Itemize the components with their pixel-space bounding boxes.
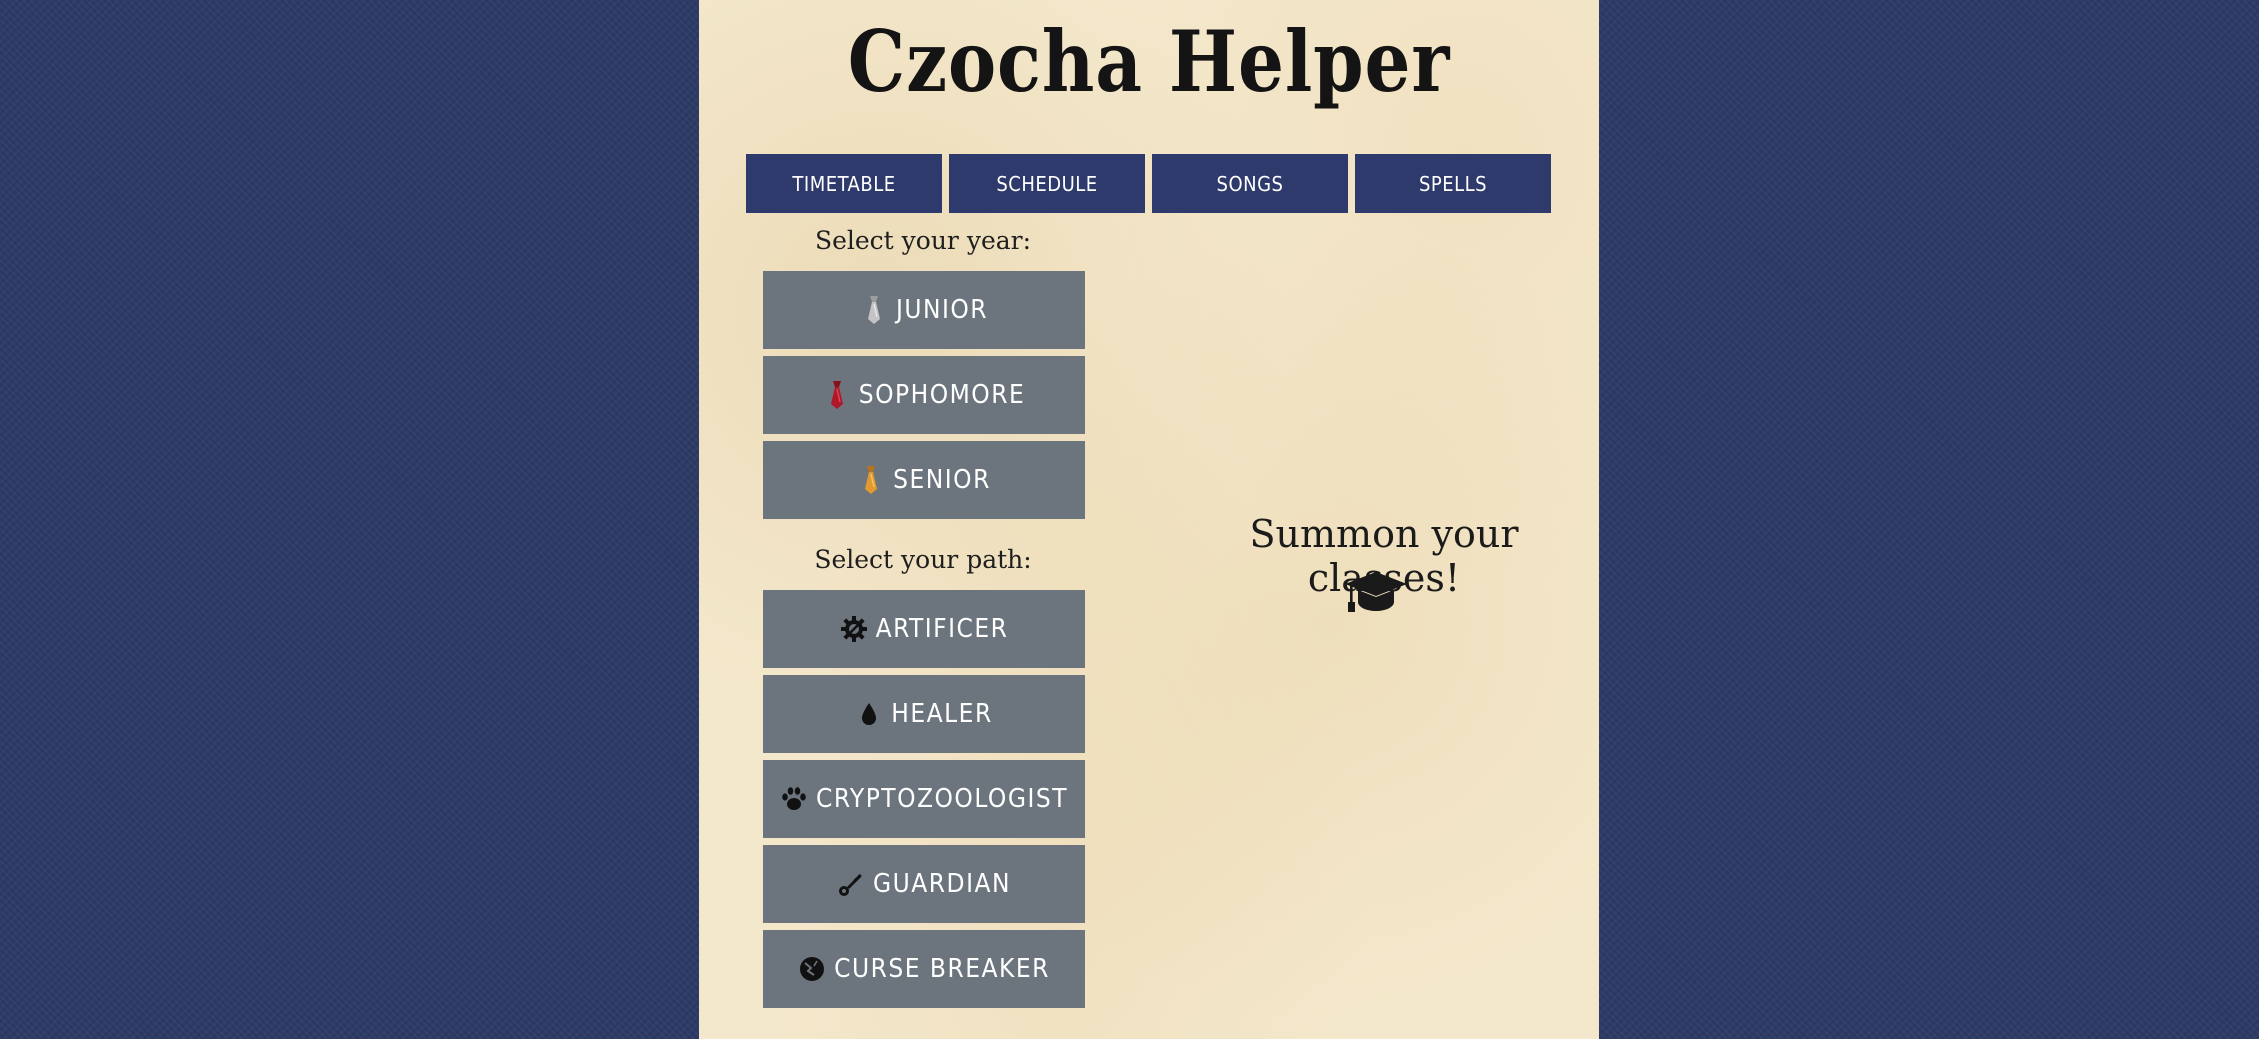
paw-icon bbox=[780, 784, 808, 814]
main-nav: TIMETABLE SCHEDULE SONGS SPELLS bbox=[746, 154, 1551, 213]
parchment-panel: Czocha Helper TIMETABLE SCHEDULE SONGS S… bbox=[699, 0, 1599, 1039]
path-guardian-button[interactable]: GUARDIAN bbox=[763, 845, 1085, 923]
silver-tie-icon bbox=[860, 295, 888, 325]
path-healer-label: HEALER bbox=[891, 699, 993, 729]
graduation-cap-icon bbox=[1344, 570, 1408, 614]
gold-tie-icon bbox=[857, 465, 885, 495]
path-cryptozoologist-button[interactable]: CRYPTOZOOLOGIST bbox=[763, 760, 1085, 838]
path-cryptozoologist-label: CRYPTOZOOLOGIST bbox=[815, 784, 1068, 814]
path-artificer-button[interactable]: ARTIFICER bbox=[763, 590, 1085, 668]
broken-orb-icon bbox=[798, 954, 826, 984]
key-icon bbox=[837, 869, 865, 899]
year-sophomore-label: SOPHOMORE bbox=[858, 380, 1026, 410]
year-sophomore-button[interactable]: SOPHOMORE bbox=[763, 356, 1085, 434]
path-artificer-label: ARTIFICER bbox=[875, 614, 1009, 644]
year-junior-button[interactable]: JUNIOR bbox=[763, 271, 1085, 349]
path-guardian-label: GUARDIAN bbox=[873, 869, 1011, 899]
site-title: Czocha Helper bbox=[847, 12, 1451, 111]
nav-schedule-button[interactable]: SCHEDULE bbox=[949, 154, 1145, 213]
droplet-icon bbox=[855, 699, 883, 729]
path-curse-breaker-label: CURSE BREAKER bbox=[834, 954, 1050, 984]
path-healer-button[interactable]: HEALER bbox=[763, 675, 1085, 753]
path-curse-breaker-button[interactable]: CURSE BREAKER bbox=[763, 930, 1085, 1008]
gear-icon bbox=[840, 614, 868, 644]
year-senior-label: SENIOR bbox=[893, 465, 991, 495]
red-tie-icon bbox=[823, 380, 851, 410]
year-senior-button[interactable]: SENIOR bbox=[763, 441, 1085, 519]
nav-spells-button[interactable]: SPELLS bbox=[1355, 154, 1551, 213]
nav-timetable-button[interactable]: TIMETABLE bbox=[746, 154, 942, 213]
path-section-label: Select your path: bbox=[814, 545, 1032, 574]
year-junior-label: JUNIOR bbox=[895, 295, 989, 325]
nav-songs-button[interactable]: SONGS bbox=[1152, 154, 1348, 213]
year-section-label: Select your year: bbox=[814, 226, 1032, 255]
